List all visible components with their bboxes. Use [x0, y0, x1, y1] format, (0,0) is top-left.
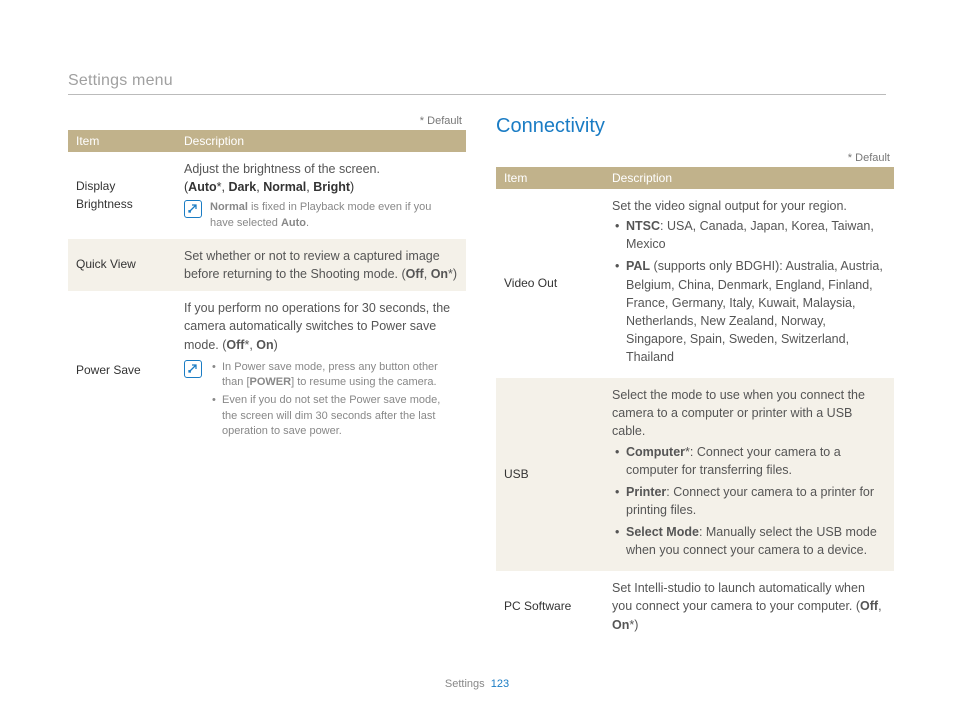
th-description: Description [604, 167, 894, 189]
item-cell: Display Brightness [68, 152, 176, 239]
desc-cell: If you perform no operations for 30 seco… [176, 291, 466, 450]
options-line: (Auto*, Dark, Normal, Bright) [184, 178, 458, 196]
item-cell: PC Software [496, 571, 604, 641]
table-row: PC Software Set Intelli-studio to launch… [496, 571, 894, 641]
default-label: * Default [496, 152, 894, 164]
table-header-row: Item Description [68, 130, 466, 152]
bullet-item: Computer*: Connect your camera to a comp… [612, 443, 886, 479]
bullet-list: Computer*: Connect your camera to a comp… [612, 443, 886, 560]
desc-cell: Set whether or not to review a captured … [176, 239, 466, 291]
note-block: Normal is fixed in Playback mode even if… [184, 200, 458, 231]
table-row: Power Save If you perform no operations … [68, 291, 466, 450]
th-item: Item [496, 167, 604, 189]
desc-intro: If you perform no operations for 30 seco… [184, 299, 458, 353]
bullet-list: NTSC: USA, Canada, Japan, Korea, Taiwan,… [612, 217, 886, 366]
connectivity-heading: Connectivity [496, 115, 894, 138]
note-block: In Power save mode, press any button oth… [184, 360, 458, 443]
note-icon [184, 360, 202, 378]
note-item: Even if you do not set the Power save mo… [210, 393, 458, 439]
desc-intro: Select the mode to use when you connect … [612, 386, 886, 440]
item-cell: Video Out [496, 189, 604, 378]
right-column: Connectivity * Default Item Description … [496, 115, 894, 642]
content-columns: * Default Item Description Display Brigh… [68, 115, 894, 642]
item-cell: Quick View [68, 239, 176, 291]
th-description: Description [176, 130, 466, 152]
table-row: Video Out Set the video signal output fo… [496, 189, 894, 378]
page-footer: Settings 123 [0, 678, 954, 690]
desc-intro: Adjust the brightness of the screen. [184, 160, 458, 178]
note-text: Normal is fixed in Playback mode even if… [210, 200, 458, 231]
item-cell: USB [496, 378, 604, 571]
th-item: Item [68, 130, 176, 152]
desc-cell: Select the mode to use when you connect … [604, 378, 894, 571]
table-row: USB Select the mode to use when you conn… [496, 378, 894, 571]
desc-intro: Set the video signal output for your reg… [612, 197, 886, 215]
page-header: Settings menu [68, 72, 886, 95]
note-icon [184, 200, 202, 218]
table-row: Quick View Set whether or not to review … [68, 239, 466, 291]
left-column: * Default Item Description Display Brigh… [68, 115, 466, 642]
table-header-row: Item Description [496, 167, 894, 189]
desc-cell: Set the video signal output for your reg… [604, 189, 894, 378]
bullet-item: Printer: Connect your camera to a printe… [612, 483, 886, 519]
footer-page-number: 123 [491, 678, 509, 690]
bullet-item: PAL (supports only BDGHI): Australia, Au… [612, 257, 886, 366]
bullet-item: Select Mode: Manually select the USB mod… [612, 523, 886, 559]
settings-table-left: Item Description Display Brightness Adju… [68, 130, 466, 451]
footer-section: Settings [445, 678, 485, 690]
item-cell: Power Save [68, 291, 176, 450]
bullet-item: NTSC: USA, Canada, Japan, Korea, Taiwan,… [612, 217, 886, 253]
desc-cell: Set Intelli-studio to launch automatical… [604, 571, 894, 641]
settings-table-right: Item Description Video Out Set the video… [496, 167, 894, 642]
desc-cell: Adjust the brightness of the screen. (Au… [176, 152, 466, 239]
note-list: In Power save mode, press any button oth… [210, 360, 458, 443]
page-title: Settings menu [68, 72, 886, 90]
note-item: In Power save mode, press any button oth… [210, 360, 458, 391]
default-label: * Default [68, 115, 466, 127]
table-row: Display Brightness Adjust the brightness… [68, 152, 466, 239]
